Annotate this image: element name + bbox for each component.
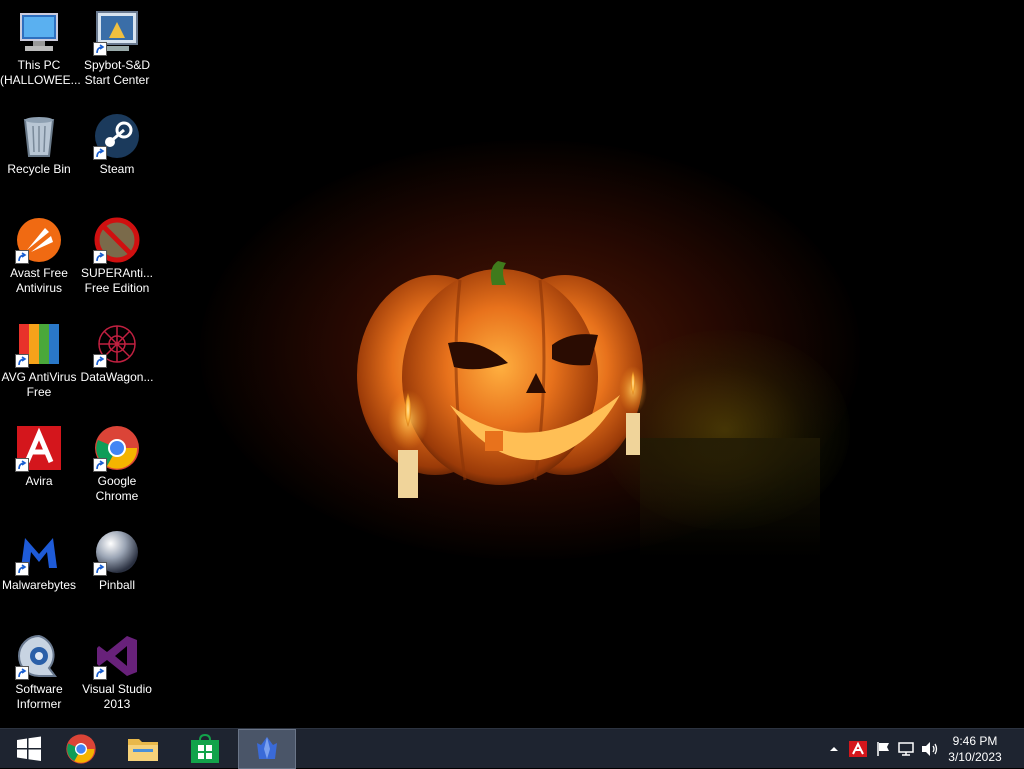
datawagon-icon — [93, 320, 141, 368]
desktop-icon-label: Software Informer — [15, 682, 63, 711]
clock-time: 9:46 PM — [952, 734, 998, 748]
start-button[interactable] — [0, 729, 58, 769]
desktop-icon-avast[interactable]: Avast Free Antivirus — [0, 216, 78, 296]
desktop-icon-pinball[interactable]: Pinball — [78, 528, 156, 593]
recycle-bin-icon — [15, 112, 63, 160]
avira-icon — [849, 741, 867, 757]
desktop-icon-google-chrome[interactable]: Google Chrome — [78, 424, 156, 504]
shortcut-arrow-icon — [93, 458, 107, 472]
show-hidden-icons-button[interactable] — [824, 729, 844, 769]
jack-o-lantern-wallpaper-image — [357, 261, 647, 498]
shortcut-arrow-icon — [15, 250, 29, 264]
desktop-icon-label: AVG AntiVirus Free — [1, 370, 77, 399]
desktop-icon-recycle-bin[interactable]: Recycle Bin — [0, 112, 78, 177]
desktop-icon-spybot[interactable]: Spybot-S&D Start Center — [78, 8, 156, 88]
desktop-background[interactable]: This PC (HALLOWEE... Spybot-S&D Start Ce… — [0, 0, 1024, 728]
desktop-icon-label: Avast Free Antivirus — [10, 266, 68, 295]
avg-icon — [15, 320, 63, 368]
chrome-icon — [66, 734, 96, 764]
desktop-icon-datawagon[interactable]: DataWagon... — [78, 320, 156, 385]
desktop-icon-label: Avira — [25, 474, 53, 488]
desktop-icon-label: Google Chrome — [95, 474, 139, 503]
shortcut-arrow-icon — [15, 562, 29, 576]
desktop-icon-label: Spybot-S&D Start Center — [83, 58, 151, 87]
desktop-icon-label: Malwarebytes — [1, 578, 77, 592]
desktop-icon-label: Steam — [99, 162, 135, 176]
desktop-icon-malwarebytes[interactable]: Malwarebytes — [0, 528, 78, 593]
shortcut-arrow-icon — [93, 666, 107, 680]
spybot-icon — [93, 8, 141, 56]
desktop-icon-label: Visual Studio 2013 — [82, 682, 152, 711]
desktop-icon-label: DataWagon... — [80, 370, 154, 384]
desktop-icon-visual-studio-2013[interactable]: Visual Studio 2013 — [78, 632, 156, 712]
desktop-icon-label: SUPERAnti... Free Edition — [80, 266, 154, 295]
tray-action-center-button[interactable] — [872, 729, 894, 769]
desktop-icon-superantispyware[interactable]: SUPERAnti... Free Edition — [78, 216, 156, 296]
desktop-icon-software-informer[interactable]: Software Informer — [0, 632, 78, 712]
tray-network-button[interactable] — [895, 729, 917, 769]
shortcut-arrow-icon — [93, 562, 107, 576]
folder-icon — [128, 739, 158, 761]
chevron-up-icon — [830, 747, 838, 751]
avira-icon — [15, 424, 63, 472]
taskbar: 9:46 PM 3/10/2023 — [0, 728, 1024, 769]
chrome-icon — [93, 424, 141, 472]
desktop-icon-label: Pinball — [98, 578, 136, 592]
flag-icon — [877, 742, 889, 756]
tray-volume-button[interactable] — [918, 729, 942, 769]
superantispyware-icon — [93, 216, 141, 264]
computer-icon — [15, 8, 63, 56]
shortcut-arrow-icon — [93, 354, 107, 368]
visual-studio-icon — [93, 632, 141, 680]
shortcut-arrow-icon — [93, 42, 107, 56]
shortcut-arrow-icon — [15, 354, 29, 368]
taskbar-active-app-button[interactable] — [238, 729, 296, 769]
wallpaper-ledge — [640, 438, 820, 558]
shortcut-arrow-icon — [15, 666, 29, 680]
clock-date: 3/10/2023 — [948, 750, 1002, 764]
speaker-icon — [922, 742, 938, 756]
taskbar-chrome-button[interactable] — [52, 729, 110, 769]
desktop-icon-avira[interactable]: Avira — [0, 424, 78, 489]
pinball-icon — [93, 528, 141, 576]
taskbar-clock[interactable]: 9:46 PM 3/10/2023 — [940, 733, 1010, 765]
shortcut-arrow-icon — [15, 458, 29, 472]
malwarebytes-icon — [15, 528, 63, 576]
windows-logo-icon — [17, 736, 41, 761]
desktop-icon-this-pc[interactable]: This PC (HALLOWEE... — [0, 8, 81, 88]
taskbar-store-button[interactable] — [176, 729, 234, 769]
software-informer-icon — [15, 632, 63, 680]
avast-icon — [15, 216, 63, 264]
shortcut-arrow-icon — [93, 146, 107, 160]
desktop-icon-label: Recycle Bin — [7, 162, 71, 176]
store-icon — [191, 734, 219, 763]
tray-avira-button[interactable] — [846, 729, 870, 769]
app-crystal-icon — [257, 737, 277, 759]
desktop-icon-steam[interactable]: Steam — [78, 112, 156, 177]
shortcut-arrow-icon — [93, 250, 107, 264]
desktop-icon-label: This PC (HALLOWEE... — [0, 58, 81, 87]
network-icon — [898, 742, 914, 756]
taskbar-file-explorer-button[interactable] — [114, 729, 172, 769]
steam-icon — [93, 112, 141, 160]
desktop-icon-avg[interactable]: AVG AntiVirus Free — [0, 320, 78, 400]
